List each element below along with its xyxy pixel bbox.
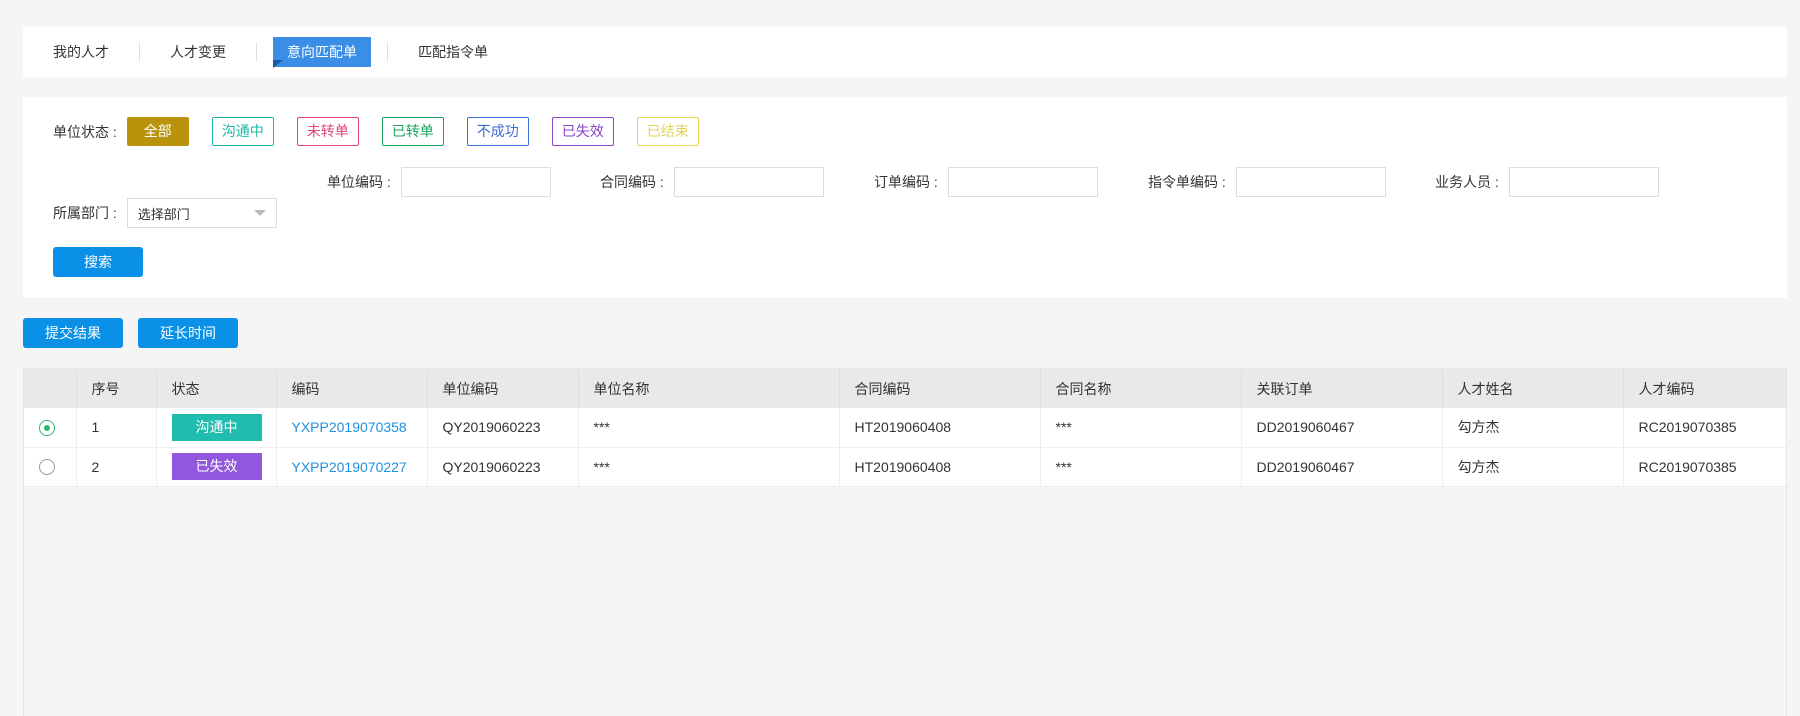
instruction-code-field: 指令单编码 : <box>1148 167 1386 197</box>
row-radio[interactable] <box>39 459 55 476</box>
status-chip-communicating[interactable]: 沟通中 <box>211 117 274 146</box>
row-code: YXPP2019070227 <box>276 447 428 487</box>
department-select[interactable]: 选择部门 <box>126 198 277 228</box>
order-code-label: 订单编码 : <box>874 174 938 190</box>
tab-talent-change[interactable]: 人才变更 <box>156 37 240 67</box>
salesperson-input[interactable] <box>1508 167 1659 197</box>
contract-code-label: 合同编码 : <box>600 174 664 190</box>
status-chip-all[interactable]: 全部 <box>126 117 189 146</box>
submit-result-button[interactable]: 提交结果 <box>23 318 123 348</box>
instruction-code-label: 指令单编码 : <box>1148 174 1226 190</box>
tab-bar: 我的人才 人才变更 意向匹配单 匹配指令单 <box>23 27 1787 77</box>
row-order: DD2019060467 <box>1241 447 1443 487</box>
code-link[interactable]: YXPP2019070358 <box>292 419 407 435</box>
status-filter-label: 单位状态 : <box>53 123 117 140</box>
row-code: YXPP2019070358 <box>276 408 428 448</box>
tab-match-instruction[interactable]: 匹配指令单 <box>404 37 502 67</box>
header-contract-name: 合同名称 <box>1040 369 1242 408</box>
row-contract-name: *** <box>1040 408 1242 448</box>
order-code-input[interactable] <box>947 167 1098 197</box>
chevron-down-icon <box>253 210 266 216</box>
department-label: 所属部门 : <box>53 205 117 221</box>
row-status-cell: 沟通中 <box>156 408 277 448</box>
row-select-cell <box>24 408 77 448</box>
header-talent-name: 人才姓名 <box>1442 369 1624 408</box>
row-talent-name: 勾方杰 <box>1442 447 1624 487</box>
salesperson-field: 业务人员 : <box>1435 167 1659 197</box>
search-button[interactable]: 搜索 <box>53 247 143 277</box>
unit-code-input[interactable] <box>400 167 551 197</box>
row-unit-code: QY2019060223 <box>427 447 579 487</box>
contract-code-input[interactable] <box>673 167 824 197</box>
header-index: 序号 <box>76 369 157 408</box>
code-link[interactable]: YXPP2019070227 <box>292 459 407 475</box>
status-chip-unsuccessful[interactable]: 不成功 <box>466 117 529 146</box>
contract-code-field: 合同编码 : <box>600 167 824 197</box>
salesperson-label: 业务人员 : <box>1435 174 1499 190</box>
row-status-cell: 已失效 <box>156 447 277 487</box>
row-contract-name: *** <box>1040 447 1242 487</box>
status-chip-ended[interactable]: 已结束 <box>636 117 699 146</box>
unit-code-label: 单位编码 : <box>327 174 391 190</box>
table-row[interactable]: 2 已失效 YXPP2019070227 QY2019060223 *** HT… <box>24 447 1786 487</box>
row-index: 2 <box>76 447 157 487</box>
status-chip-converted[interactable]: 已转单 <box>381 117 444 146</box>
unit-code-field: 单位编码 : <box>327 167 551 197</box>
row-unit-name: *** <box>578 447 840 487</box>
filter-panel: 单位状态 : 全部 沟通中 未转单 已转单 不成功 已失效 已结束 单位编码 :… <box>23 97 1787 298</box>
row-talent-code: RC2019070385 <box>1623 447 1786 487</box>
header-order: 关联订单 <box>1241 369 1443 408</box>
department-field: 所属部门 : 选择部门 <box>53 198 277 228</box>
row-radio[interactable] <box>39 419 55 436</box>
tab-intent-match[interactable]: 意向匹配单 <box>273 37 371 68</box>
row-unit-code: QY2019060223 <box>427 408 579 448</box>
tab-divider <box>387 43 388 61</box>
header-status: 状态 <box>156 369 277 408</box>
status-badge: 沟通中 <box>171 413 262 441</box>
department-select-value: 选择部门 <box>137 206 190 222</box>
header-contract-code: 合同编码 <box>839 369 1041 408</box>
table-header-row: 序号 状态 编码 单位编码 单位名称 合同编码 合同名称 关联订单 人才姓名 人… <box>24 369 1786 408</box>
status-badge: 已失效 <box>171 453 262 480</box>
status-filter-row: 单位状态 : 全部 沟通中 未转单 已转单 不成功 已失效 已结束 <box>53 117 722 146</box>
extend-time-button[interactable]: 延长时间 <box>138 318 238 348</box>
tab-my-talent[interactable]: 我的人才 <box>39 37 123 67</box>
row-contract-code: HT2019060408 <box>839 447 1041 487</box>
header-select <box>24 369 77 408</box>
header-code: 编码 <box>276 369 428 408</box>
results-table: 序号 状态 编码 单位编码 单位名称 合同编码 合同名称 关联订单 人才姓名 人… <box>23 368 1787 716</box>
row-select-cell <box>24 447 77 487</box>
row-unit-name: *** <box>578 408 840 448</box>
order-code-field: 订单编码 : <box>874 167 1098 197</box>
row-talent-name: 勾方杰 <box>1442 408 1624 448</box>
row-talent-code: RC2019070385 <box>1623 408 1786 448</box>
instruction-code-input[interactable] <box>1235 167 1386 197</box>
tab-divider <box>256 43 257 61</box>
status-chip-expired[interactable]: 已失效 <box>551 117 614 146</box>
row-contract-code: HT2019060408 <box>839 408 1041 448</box>
header-unit-code: 单位编码 <box>427 369 579 408</box>
row-order: DD2019060467 <box>1241 408 1443 448</box>
row-index: 1 <box>76 408 157 448</box>
header-talent-code: 人才编码 <box>1623 369 1786 408</box>
header-unit-name: 单位名称 <box>578 369 840 408</box>
table-row[interactable]: 1 沟通中 YXPP2019070358 QY2019060223 *** HT… <box>24 408 1786 448</box>
tab-divider <box>139 43 140 61</box>
status-chip-not-converted[interactable]: 未转单 <box>296 117 359 146</box>
